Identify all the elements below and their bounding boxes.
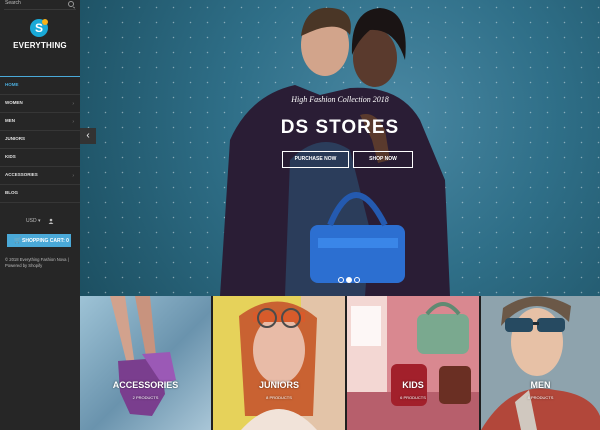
sidebar-item-label: WOMEN (5, 100, 23, 105)
sidebar-item-home[interactable]: HOME (0, 76, 80, 95)
hero-slider: ‹ High Fashion Collection 2018 DS STORES… (80, 0, 600, 296)
sidebar-item-label: BLOG (5, 190, 18, 195)
accessories-image (110, 296, 176, 416)
slider-dot[interactable] (338, 277, 344, 283)
sidebar-item-kids[interactable]: KIDS (0, 149, 80, 167)
sidebar-item-label: KIDS (5, 154, 16, 159)
shop-now-button[interactable]: SHOP NOW (353, 151, 413, 168)
user-icon[interactable] (48, 218, 54, 224)
hero-models-image (220, 7, 450, 296)
sidebar: Search S EVERYTHING HOME WOMEN › MEN › J… (0, 0, 80, 430)
shopping-cart-button[interactable]: 🛒 SHOPPING CART: 0 (7, 234, 71, 247)
category-name: JUNIORS (258, 380, 299, 390)
sidebar-item-juniors[interactable]: JUNIORS (0, 131, 80, 149)
chevron-right-icon: › (72, 173, 74, 179)
category-tile-men[interactable]: MEN 8 PRODUCTS (481, 296, 600, 430)
sidebar-item-label: MEN (5, 118, 15, 123)
slider-dot-active[interactable] (346, 277, 352, 283)
category-grid: ACCESSORIES 2 PRODUCTS JUNIORS 8 PRODUCT… (80, 296, 600, 430)
sidebar-item-label: HOME (5, 82, 19, 87)
slider-pagination (338, 277, 362, 283)
sidebar-footer: © 2018 Everything Fashion Nova | Powered… (5, 257, 77, 270)
chevron-down-icon: ▾ (36, 218, 41, 224)
chevron-right-icon: › (72, 119, 74, 125)
footer-powered-by[interactable]: Powered by Shopify (5, 263, 77, 269)
category-count: 8 PRODUCTS (266, 395, 292, 400)
brand-name[interactable]: EVERYTHING (0, 41, 80, 50)
sidebar-item-label: ACCESSORIES (5, 172, 38, 177)
slider-dot[interactable] (354, 277, 360, 283)
sidebar-item-label: JUNIORS (5, 136, 26, 141)
search-label: Search (5, 0, 21, 6)
juniors-image (239, 296, 345, 430)
men-image (481, 296, 600, 430)
sidebar-item-men[interactable]: MEN › (0, 113, 80, 131)
logo-dot-icon (42, 19, 48, 25)
sidebar-item-accessories[interactable]: ACCESSORIES › (0, 167, 80, 185)
sidebar-item-women[interactable]: WOMEN › (0, 95, 80, 113)
search-icon[interactable] (68, 1, 74, 7)
chevron-right-icon: › (72, 101, 74, 107)
sidebar-item-blog[interactable]: BLOG (0, 185, 80, 203)
kids-image (347, 296, 479, 430)
category-count: 2 PRODUCTS (132, 395, 159, 400)
search-bar[interactable]: Search (4, 0, 76, 10)
category-name: KIDS (402, 380, 424, 390)
hero-title: DS STORES (280, 117, 400, 138)
category-count: 8 PRODUCTS (527, 395, 554, 400)
sidebar-nav: HOME WOMEN › MEN › JUNIORS KIDS ACCESSOR… (0, 76, 80, 203)
category-name: ACCESSORIES (112, 380, 179, 390)
currency-selector[interactable]: USD ▾ (26, 218, 40, 224)
category-tile-juniors[interactable]: JUNIORS 8 PRODUCTS (213, 296, 345, 430)
cart-icon: 🛒 (14, 238, 22, 244)
hero-kicker: High Fashion Collection 2018 (291, 95, 389, 104)
category-tile-kids[interactable]: KIDS 6 PRODUCTS (347, 296, 479, 430)
purchase-now-button[interactable]: PURCHASE NOW (282, 151, 349, 168)
category-name: MEN (530, 380, 551, 390)
category-tile-accessories[interactable]: ACCESSORIES 2 PRODUCTS (80, 296, 211, 430)
currency-label: USD (26, 218, 37, 224)
cart-label: SHOPPING CART: 0 (22, 238, 69, 244)
category-count: 6 PRODUCTS (400, 395, 426, 400)
